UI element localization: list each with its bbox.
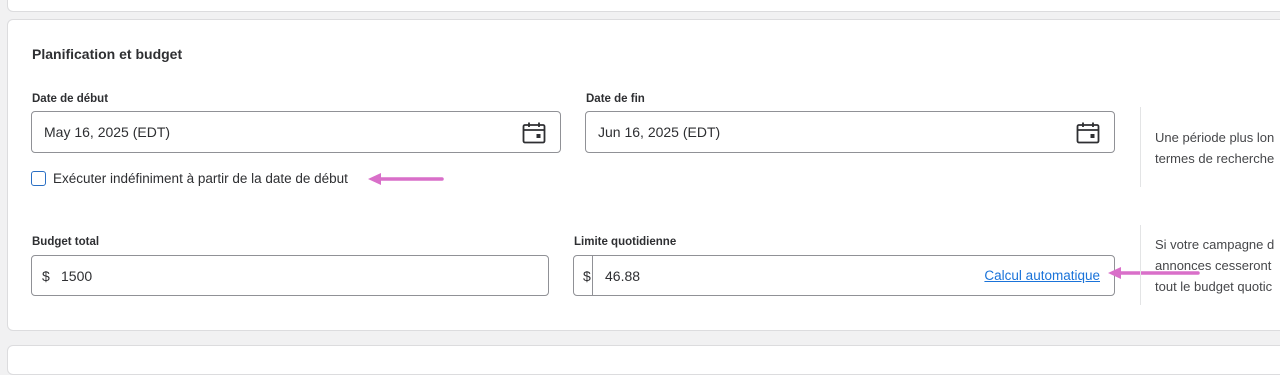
annotation-arrow bbox=[368, 173, 444, 185]
budget-helper-line: Si votre campagne d bbox=[1155, 237, 1275, 252]
end-date-label: Date de fin bbox=[586, 93, 645, 105]
start-date-label: Date de début bbox=[32, 93, 109, 105]
previous-card bbox=[7, 0, 1280, 12]
section-title: Planification et budget bbox=[32, 46, 183, 62]
next-card bbox=[7, 345, 1280, 375]
start-date-value: May 16, 2025 (EDT) bbox=[44, 124, 171, 140]
end-date-value: Jun 16, 2025 (EDT) bbox=[598, 124, 721, 140]
daily-limit-value: 46.88 bbox=[605, 268, 641, 284]
start-date-field[interactable]: May 16, 2025 (EDT) bbox=[31, 111, 561, 153]
helper-divider bbox=[1140, 107, 1141, 187]
budget-helper-line: tout le budget quotic bbox=[1155, 279, 1273, 294]
end-date-field[interactable]: Jun 16, 2025 (EDT) bbox=[585, 111, 1115, 153]
budget-helper-line: annonces cesseront bbox=[1155, 258, 1272, 273]
helper-divider bbox=[1140, 225, 1141, 305]
calendar-icon[interactable] bbox=[522, 122, 546, 144]
schedule-helper-line: Une période plus lon bbox=[1155, 130, 1275, 145]
daily-limit-field[interactable]: $ 46.88 Calcul automatique bbox=[573, 255, 1115, 296]
schedule-helper-text: Une période plus lon termes de recherche bbox=[1155, 127, 1274, 169]
total-budget-field[interactable]: $ 1500 bbox=[31, 255, 549, 296]
currency-symbol: $ bbox=[583, 268, 591, 284]
schedule-helper-line: termes de recherche bbox=[1155, 151, 1275, 166]
calendar-icon[interactable] bbox=[1076, 122, 1100, 144]
auto-calculate-link[interactable]: Calcul automatique bbox=[984, 268, 1100, 283]
total-budget-label: Budget total bbox=[32, 236, 100, 248]
currency-symbol: $ bbox=[42, 268, 50, 284]
daily-limit-label: Limite quotidienne bbox=[574, 236, 677, 248]
run-indefinitely-row[interactable]: Exécuter indéfiniment à partir de la dat… bbox=[31, 171, 348, 186]
budget-helper-text: Si votre campagne d annonces cesseront t… bbox=[1155, 234, 1274, 297]
run-indefinitely-label[interactable]: Exécuter indéfiniment à partir de la dat… bbox=[53, 171, 348, 186]
total-budget-value: 1500 bbox=[61, 268, 93, 284]
run-indefinitely-checkbox[interactable] bbox=[31, 171, 46, 186]
